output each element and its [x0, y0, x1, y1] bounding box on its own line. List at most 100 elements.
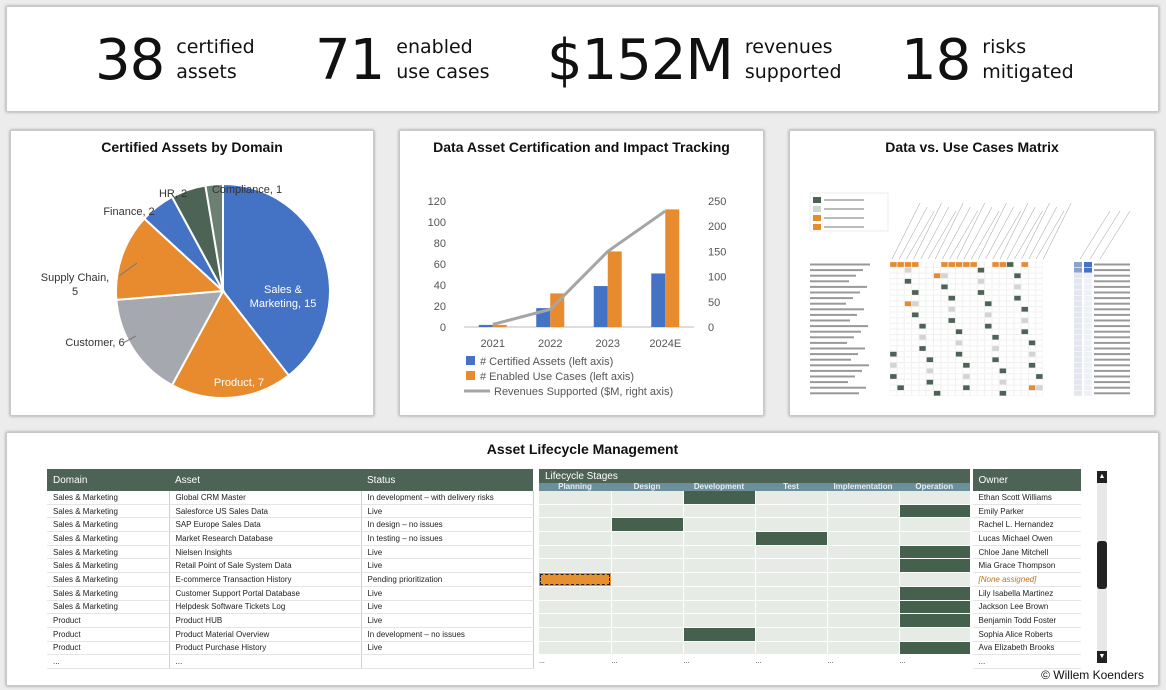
matrix-count-cell: [1074, 290, 1082, 295]
table-row[interactable]: Sales & Marketing Market Research Databas…: [47, 531, 1081, 546]
stage-cell: [827, 545, 900, 560]
matrix-legend-swatch: [813, 197, 821, 203]
table-row[interactable]: Sales & Marketing Helpdesk Software Ticke…: [47, 600, 1081, 615]
table-row[interactable]: Sales & Marketing Customer Support Portal…: [47, 586, 1081, 601]
matrix-count-cell: [1084, 334, 1092, 340]
matrix-count-cell: [1074, 340, 1082, 346]
table-row[interactable]: Product Product HUB Live Benjamin Todd Fost…: [47, 613, 1081, 628]
stage-cell: [683, 545, 756, 560]
matrix-cell: [999, 278, 1007, 284]
stage-header: Test: [755, 483, 827, 491]
matrix-cell: [992, 312, 1000, 318]
bar-certified-assets: [593, 286, 608, 327]
matrix-cell: [1035, 362, 1043, 368]
table-row[interactable]: Sales & Marketing Global CRM Master In dev…: [47, 491, 1081, 505]
stage-cell: [611, 531, 684, 546]
matrix-cell: [933, 379, 941, 385]
cell-asset: Customer Support Portal Database: [169, 586, 362, 601]
matrix-cell: [897, 301, 905, 307]
matrix-cell: [948, 301, 956, 307]
matrix-cell: [897, 379, 905, 385]
matrix-row-label: [810, 358, 851, 361]
matrix-cell: [977, 373, 985, 380]
table-row[interactable]: ...........................: [47, 654, 1081, 669]
matrix-cell: [904, 379, 912, 385]
table-row[interactable]: Sales & Marketing Salesforce US Sales Dat…: [47, 504, 1081, 519]
cell-asset: Product Purchase History: [169, 641, 362, 656]
matrix-cell: [911, 278, 919, 284]
matrix-cell: [911, 362, 919, 368]
matrix-cell: [919, 284, 927, 290]
matrix-cell: [955, 278, 963, 284]
table-row[interactable]: Sales & Marketing Nielsen Insights Live Chl…: [47, 545, 1081, 560]
matrix-cell: [940, 295, 948, 301]
col-header-status[interactable]: Status: [361, 469, 533, 491]
cell-asset: ...: [169, 654, 362, 669]
matrix-cell: [962, 284, 970, 290]
matrix-cell: [948, 385, 956, 391]
matrix-row-label: [810, 325, 868, 328]
matrix-count-cell: [1074, 390, 1082, 396]
matrix-cell: [911, 284, 919, 290]
matrix-legend-text: [824, 226, 864, 228]
matrix-legend: [809, 192, 889, 232]
scroll-up-button[interactable]: ▲: [1097, 471, 1107, 483]
matrix-cell: [911, 368, 919, 374]
table-row[interactable]: Product Product Purchase History Live Ava E…: [47, 641, 1081, 656]
matrix-cell: [992, 329, 1000, 335]
col-header-owner[interactable]: Owner: [969, 469, 1081, 491]
matrix-cell: [977, 273, 985, 279]
matrix-count-cell: [1074, 362, 1082, 368]
matrix-cell: [1006, 323, 1014, 329]
y-tick-left: 20: [434, 301, 446, 313]
matrix-cell: [940, 351, 948, 357]
vertical-scrollbar[interactable]: ▲ ▼: [1097, 471, 1107, 663]
table-row[interactable]: Sales & Marketing SAP Europe Sales Data In…: [47, 517, 1081, 533]
matrix-row-label: [810, 336, 854, 339]
matrix-cell: [1013, 301, 1021, 307]
matrix-cell: [955, 334, 963, 340]
matrix-cell: [919, 261, 927, 268]
matrix-cell: [970, 385, 978, 391]
matrix-cell: [919, 273, 927, 279]
matrix-cell: [1013, 278, 1021, 284]
matrix-cell: [911, 379, 919, 385]
scroll-down-button[interactable]: ▼: [1097, 651, 1107, 663]
table-row[interactable]: Sales & Marketing E-commerce Transaction …: [47, 572, 1081, 587]
matrix-cell: [962, 295, 970, 301]
scroll-thumb[interactable]: [1097, 541, 1107, 589]
matrix-cell: [889, 357, 897, 363]
matrix-cell: [955, 323, 963, 329]
matrix-col-header: [1006, 206, 1036, 260]
matrix-cell: [940, 267, 948, 273]
matrix-cell: [933, 267, 941, 273]
matrix-cell: [889, 385, 897, 391]
matrix-cell: [1006, 379, 1014, 385]
matrix-col-header: [906, 210, 935, 260]
matrix-cell: [926, 306, 934, 312]
bar-certified-assets: [478, 324, 493, 327]
cell-asset: Salesforce US Sales Data: [169, 504, 362, 519]
matrix-cell: [911, 312, 919, 318]
kpi-certified-assets: 38 certified assets: [95, 7, 276, 113]
matrix-cell: [1006, 329, 1014, 335]
cell-domain: Sales & Marketing: [47, 491, 170, 505]
matrix-cell: [1021, 351, 1029, 357]
matrix-cell: [904, 334, 912, 340]
matrix-count-cell: [1084, 385, 1092, 391]
matrix-cell: [919, 306, 927, 312]
matrix-cell: [933, 362, 941, 368]
cell-status: In design – no issues: [361, 517, 534, 533]
matrix-count-cell: [1084, 306, 1092, 312]
matrix-cell: [940, 334, 948, 340]
x-tick-label: 2021: [481, 338, 505, 350]
col-header-lifecycle-stages[interactable]: Lifecycle Stages: [539, 469, 971, 483]
matrix-col-header: [1028, 206, 1058, 260]
matrix-cell: [897, 368, 905, 374]
table-row[interactable]: Product Product Material Overview In devel…: [47, 627, 1081, 642]
col-header-asset[interactable]: Asset: [169, 469, 361, 491]
matrix-cell: [948, 345, 956, 352]
matrix-revenue-cell: [1094, 269, 1130, 272]
table-row[interactable]: Sales & Marketing Retail Point of Sale Sy…: [47, 558, 1081, 574]
col-header-domain[interactable]: Domain: [47, 469, 169, 491]
